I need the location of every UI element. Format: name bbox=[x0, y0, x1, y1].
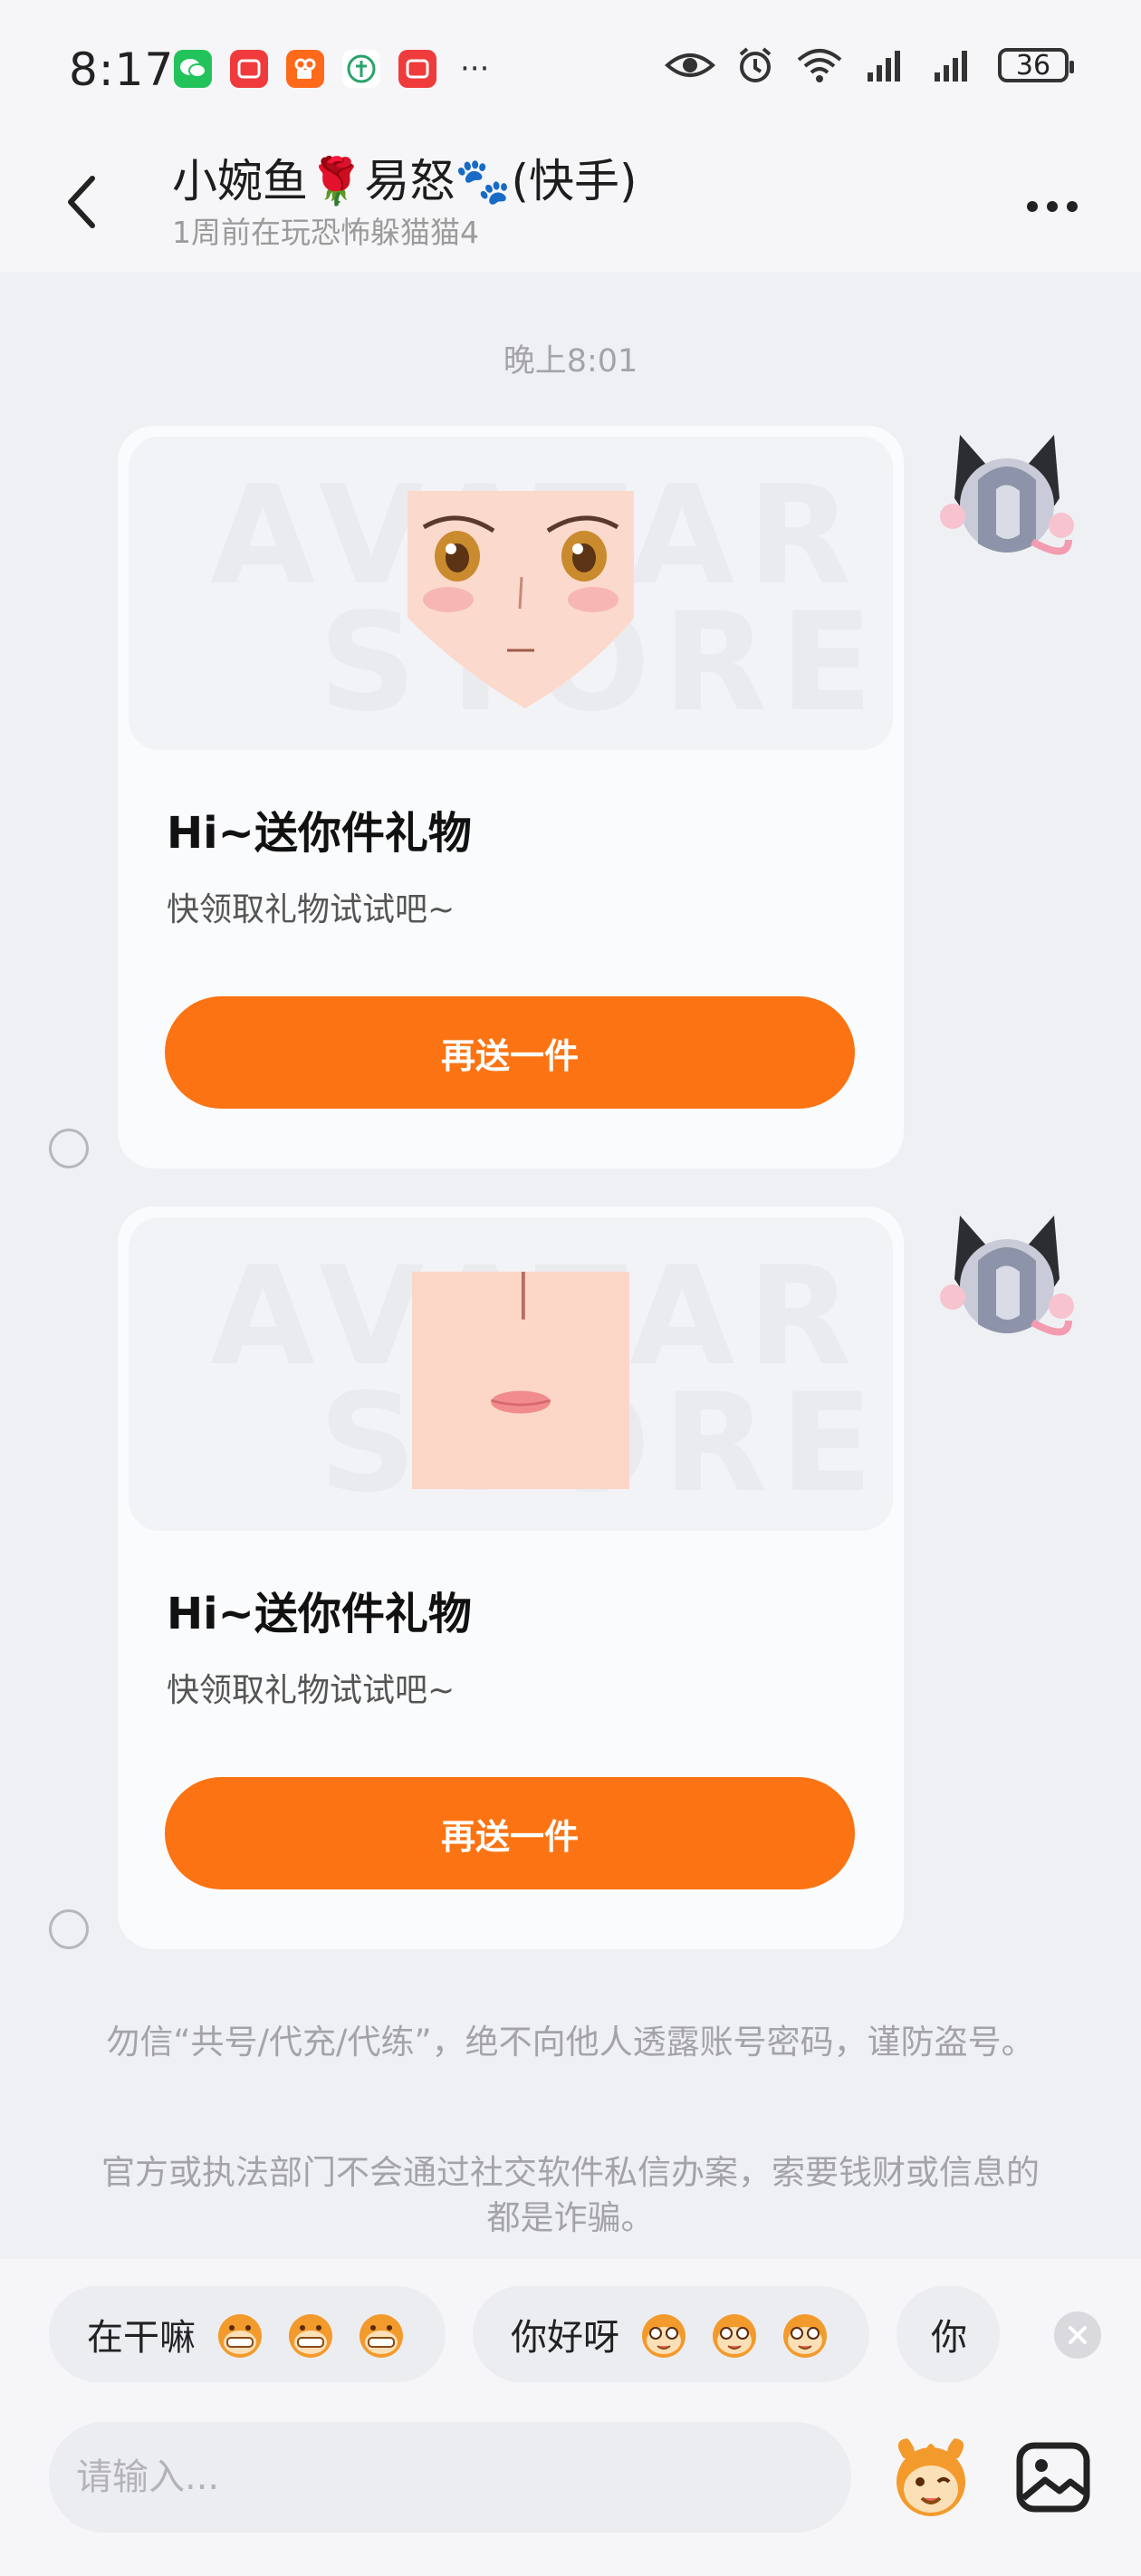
more-notifications: ··· bbox=[460, 51, 490, 87]
dot-icon bbox=[1027, 201, 1038, 212]
user-avatar[interactable] bbox=[933, 1206, 1081, 1355]
security-notice: 勿信“共号/代充/代练”，绝不向他人透露账号密码，谨防盗号。 bbox=[106, 2023, 1035, 2062]
back-button[interactable] bbox=[54, 170, 109, 234]
wechat-icon bbox=[174, 50, 212, 88]
gift-message-card[interactable]: AVATARSTORE Hi~送你件礼物 快领取礼物试试吧~ 再送一件 bbox=[118, 426, 904, 1168]
quick-replies: 在干嘛 你好呀 你 bbox=[49, 2286, 1000, 2382]
avatar-mouth-image bbox=[412, 1272, 629, 1489]
smile-monkey-icon bbox=[713, 2314, 756, 2358]
gift-message-desc: 快领取礼物试试吧~ bbox=[167, 1672, 455, 1709]
quick-reply-chip[interactable]: 在干嘛 bbox=[49, 2286, 446, 2382]
dot-icon bbox=[1067, 201, 1078, 212]
gift-message-desc: 快领取礼物试试吧~ bbox=[167, 891, 455, 928]
select-message-radio[interactable] bbox=[49, 1129, 89, 1168]
contact-name[interactable]: 小婉鱼🌹易怒🐾(快手) bbox=[172, 145, 638, 210]
system-icons: 36 bbox=[665, 45, 1074, 85]
user-avatar[interactable] bbox=[933, 426, 1081, 574]
signal-icon-2 bbox=[931, 47, 978, 83]
send-another-gift-button[interactable]: 再送一件 bbox=[165, 1777, 855, 1889]
signal-icon bbox=[864, 47, 911, 83]
app-red-icon bbox=[230, 50, 268, 88]
chat-header: 小婉鱼🌹易怒🐾(快手) 1周前在玩恐怖躲猫猫4 bbox=[0, 136, 1141, 272]
gift-message-title: Hi~送你件礼物 bbox=[167, 1589, 472, 1639]
dot-icon bbox=[1047, 201, 1058, 212]
send-another-gift-button[interactable]: 再送一件 bbox=[165, 996, 855, 1109]
composer-area: 在干嘛 你好呀 你 bbox=[0, 2259, 1141, 2576]
close-quick-replies-button[interactable] bbox=[1054, 2312, 1101, 2359]
gift-message-card[interactable]: AVATARSTORE Hi~送你件礼物 快领取礼物试试吧~ 再送一件 bbox=[118, 1206, 904, 1949]
select-message-radio[interactable] bbox=[49, 1909, 89, 1949]
avatar-face-image bbox=[408, 491, 634, 708]
status-bar: 8:17 ··· 36 bbox=[0, 0, 1141, 136]
quick-reply-chip[interactable]: 你 bbox=[896, 2286, 1000, 2382]
fraud-notice: 官方或执法部门不会通过社交软件私信办案，索要钱财或信息的都是诈骗。 bbox=[101, 2153, 1040, 2237]
message-timestamp: 晚上8:01 bbox=[503, 343, 638, 380]
quick-reply-chip[interactable]: 你好呀 bbox=[473, 2286, 869, 2382]
notification-icons: ··· bbox=[174, 50, 489, 88]
message-input[interactable] bbox=[49, 2422, 851, 2533]
sticker-button[interactable] bbox=[886, 2431, 976, 2522]
gift-message-title: Hi~送你件礼物 bbox=[167, 808, 472, 859]
grin-monkey-icon bbox=[218, 2314, 262, 2358]
alarm-icon bbox=[735, 45, 775, 85]
status-time: 8:17 bbox=[69, 43, 175, 96]
chevron-left-icon bbox=[68, 176, 95, 228]
kuaishou-icon bbox=[286, 50, 324, 88]
battery-indicator: 36 bbox=[998, 48, 1074, 82]
contact-status: 1周前在玩恐怖躲猫猫4 bbox=[172, 215, 479, 250]
smile-monkey-icon bbox=[783, 2314, 827, 2358]
more-options-button[interactable] bbox=[1016, 188, 1088, 225]
gift-preview[interactable]: AVATARSTORE bbox=[129, 437, 893, 750]
close-icon bbox=[1069, 2326, 1087, 2344]
app-red-icon-2 bbox=[398, 50, 436, 88]
image-picker-button[interactable] bbox=[1012, 2437, 1094, 2518]
smile-monkey-icon bbox=[642, 2314, 686, 2358]
wifi-icon bbox=[795, 47, 844, 83]
gift-preview[interactable]: AVATARSTORE bbox=[129, 1217, 893, 1531]
grin-monkey-icon bbox=[360, 2314, 403, 2358]
app-green-icon bbox=[342, 50, 380, 88]
grin-monkey-icon bbox=[289, 2314, 332, 2358]
eye-icon bbox=[665, 49, 715, 82]
